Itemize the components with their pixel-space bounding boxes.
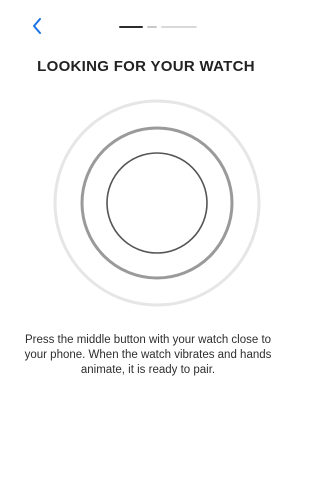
searching-rings-icon	[53, 99, 261, 307]
progress-step-1-active	[119, 26, 143, 28]
chevron-left-icon	[33, 18, 41, 34]
pairing-instructions: Press the middle button with your watch …	[24, 334, 272, 376]
inner-ring	[106, 152, 208, 254]
progress-step-2	[161, 26, 197, 28]
outer-ring	[53, 99, 261, 307]
back-button[interactable]	[26, 14, 48, 38]
middle-ring	[80, 126, 234, 280]
progress-step-1-remainder	[147, 26, 157, 28]
step-progress-indicator	[119, 26, 197, 28]
pairing-screen: { "nav": { "back_icon": "chevron-left-ic…	[0, 0, 292, 500]
page-title: LOOKING FOR YOUR WATCH	[37, 58, 255, 75]
